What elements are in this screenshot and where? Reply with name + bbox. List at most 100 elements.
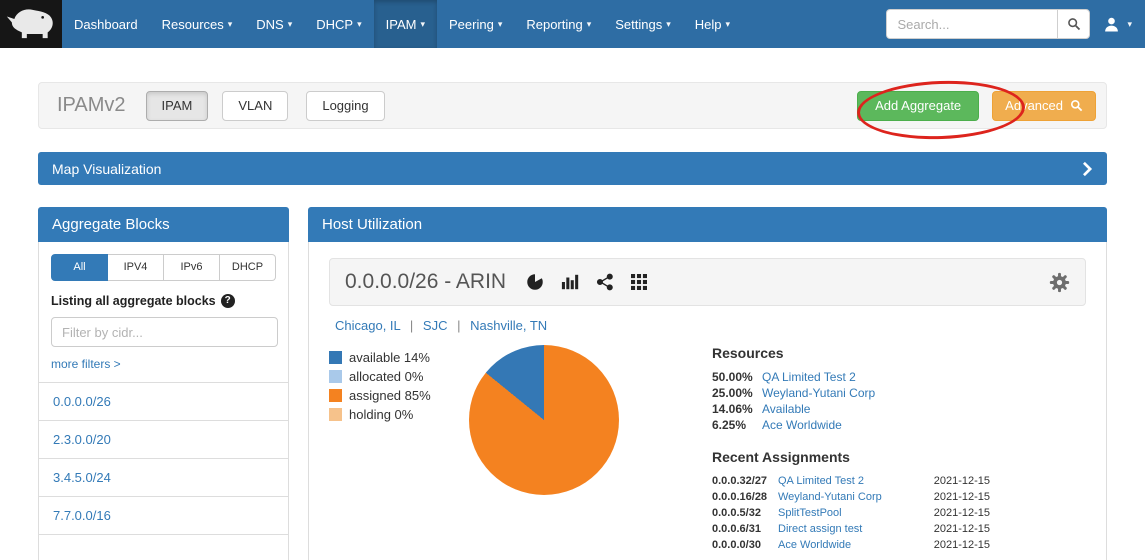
nav-dashboard[interactable]: Dashboard — [62, 0, 150, 48]
resource-link[interactable]: Ace Worldwide — [762, 417, 842, 433]
tab-all[interactable]: All — [51, 254, 108, 281]
toolbar: IPAMv2 IPAM VLAN Logging Add Aggregate A… — [38, 82, 1107, 129]
utilization-info: Resources 50.00% QA Limited Test 2 25.00… — [712, 345, 990, 553]
caret-down-icon: ▾ — [498, 19, 503, 30]
resource-link[interactable]: QA Limited Test 2 — [762, 369, 856, 385]
assignment-link[interactable]: Ace Worldwide — [778, 537, 934, 553]
gear-icon[interactable] — [1049, 272, 1070, 293]
assignment-date: 2021-12-15 — [934, 521, 990, 537]
legend-item: holding 0% — [329, 407, 469, 422]
aggregate-blocks-panel: Aggregate Blocks All IPV4 IPv6 DHCP List… — [38, 207, 289, 560]
nav-peering[interactable]: Peering ▾ — [437, 0, 514, 48]
breadcrumb-link[interactable]: Chicago, IL — [335, 318, 400, 333]
advanced-button[interactable]: Advanced — [992, 91, 1096, 121]
user-menu[interactable]: ▾ — [1103, 16, 1132, 33]
legend-swatch — [329, 389, 342, 402]
assignment-row: 0.0.0.6/31 Direct assign test 2021-12-15 — [712, 521, 990, 537]
nav-label: DNS — [256, 17, 283, 32]
page: Dashboard Resources▾ DNS▾ DHCP▾ IPAM▾ Pe… — [0, 0, 1145, 560]
more-filters-link[interactable]: more filters > — [51, 357, 121, 371]
view-vlan-button[interactable]: VLAN — [222, 91, 288, 121]
assignment-link[interactable]: SplitTestPool — [778, 505, 934, 521]
cidr-filter-input[interactable] — [51, 317, 278, 347]
tab-ipv6[interactable]: IPv6 — [164, 254, 220, 281]
view-logging-button[interactable]: Logging — [306, 91, 384, 121]
caret-down-icon: ▾ — [1127, 19, 1132, 30]
resource-percent: 50.00% — [712, 369, 762, 385]
caret-down-icon: ▾ — [228, 19, 233, 30]
add-aggregate-button[interactable]: Add Aggregate — [857, 91, 979, 121]
nav-label: DHCP — [316, 17, 353, 32]
assignment-cidr: 0.0.0.16/28 — [712, 489, 778, 505]
nav-ipam[interactable]: IPAM▾ — [374, 0, 437, 48]
map-visualization-bar[interactable]: Map Visualization — [38, 152, 1107, 185]
tab-ipv4[interactable]: IPV4 — [108, 254, 164, 281]
assignment-date: 2021-12-15 — [934, 505, 990, 521]
search-icon — [1070, 99, 1083, 112]
chart-legend: available 14% allocated 0% assigned 85% … — [329, 345, 469, 553]
host-utilization-panel: Host Utilization 0.0.0.0/26 - ARIN — [308, 207, 1107, 560]
help-icon[interactable]: ? — [221, 294, 235, 308]
nav-help[interactable]: Help▾ — [683, 0, 742, 48]
utilization-pie-chart[interactable] — [469, 345, 619, 495]
view-ipam-button[interactable]: IPAM — [146, 91, 209, 121]
assignment-link[interactable]: QA Limited Test 2 — [778, 473, 934, 489]
breadcrumb-link[interactable]: Nashville, TN — [470, 318, 547, 333]
breadcrumb: Chicago, IL | SJC | Nashville, TN — [335, 318, 1086, 333]
breadcrumb-link[interactable]: SJC — [423, 318, 448, 333]
legend-label: holding 0% — [349, 407, 413, 422]
nav-dns[interactable]: DNS ▾ — [244, 0, 304, 48]
pie-chart-icon[interactable] — [526, 273, 544, 291]
logo-rhino[interactable] — [0, 0, 62, 48]
listing-label-row: Listing all aggregate blocks ? — [51, 294, 276, 308]
legend-item: assigned 85% — [329, 388, 469, 403]
assignment-row: 0.0.0.5/32 SplitTestPool 2021-12-15 — [712, 505, 990, 521]
assignment-link[interactable]: Direct assign test — [778, 521, 934, 537]
aggregate-block-item[interactable]: 0.0.0.0/26 — [39, 383, 288, 421]
panel-title: Aggregate Blocks — [52, 216, 170, 233]
nav-label: Reporting — [526, 17, 582, 32]
search-button[interactable] — [1057, 9, 1090, 39]
assignment-row: 0.0.0.16/28 Weyland-Yutani Corp 2021-12-… — [712, 489, 990, 505]
caret-down-icon: ▾ — [288, 19, 293, 30]
grid-icon[interactable] — [631, 274, 647, 290]
legend-label: available 14% — [349, 350, 430, 365]
aggregate-block-item[interactable]: 2.3.0.0/20 — [39, 421, 288, 459]
aggregate-block-item[interactable]: 7.7.0.0/16 — [39, 497, 288, 535]
chevron-right-icon — [1082, 161, 1093, 177]
resource-row: 6.25% Ace Worldwide — [712, 417, 990, 433]
resource-link[interactable]: Available — [762, 401, 810, 417]
nav-label: IPAM — [386, 17, 417, 32]
listing-label: Listing all aggregate blocks — [51, 294, 216, 308]
resource-row: 50.00% QA Limited Test 2 — [712, 369, 990, 385]
legend-item: allocated 0% — [329, 369, 469, 384]
nav-reporting[interactable]: Reporting▾ — [514, 0, 603, 48]
legend-item: available 14% — [329, 350, 469, 365]
chart-row: available 14% allocated 0% assigned 85% … — [329, 345, 1086, 553]
assignment-cidr: 0.0.0.0/30 — [712, 537, 778, 553]
recent-assignments-heading: Recent Assignments — [712, 449, 990, 465]
aggregate-block-item[interactable] — [39, 535, 288, 560]
tab-dhcp[interactable]: DHCP — [220, 254, 276, 281]
caret-down-icon: ▾ — [666, 19, 671, 30]
resource-link[interactable]: Weyland-Yutani Corp — [762, 385, 875, 401]
nav-items: Dashboard Resources▾ DNS▾ DHCP▾ IPAM▾ Pe… — [62, 0, 742, 48]
share-icon[interactable] — [596, 273, 614, 291]
nav-label: Help — [695, 17, 722, 32]
resource-percent: 14.06% — [712, 401, 762, 417]
aggregate-block-item[interactable]: 3.4.5.0/24 — [39, 459, 288, 497]
nav-dhcp[interactable]: DHCP▾ — [304, 0, 373, 48]
panel-title: Host Utilization — [322, 216, 422, 233]
resources-heading: Resources — [712, 345, 990, 361]
search-input[interactable] — [886, 9, 1057, 39]
bar-chart-icon[interactable] — [561, 273, 579, 291]
nav-settings[interactable]: Settings▾ — [603, 0, 683, 48]
assignment-link[interactable]: Weyland-Yutani Corp — [778, 489, 934, 505]
assignment-date: 2021-12-15 — [934, 489, 990, 505]
nav-label: Peering — [449, 17, 494, 32]
nav-label: Dashboard — [74, 17, 138, 32]
legend-swatch — [329, 408, 342, 421]
nav-resources[interactable]: Resources▾ — [150, 0, 245, 48]
block-title: 0.0.0.0/26 - ARIN — [345, 270, 506, 294]
toolbar-right: Add Aggregate Advanced — [857, 91, 1096, 121]
